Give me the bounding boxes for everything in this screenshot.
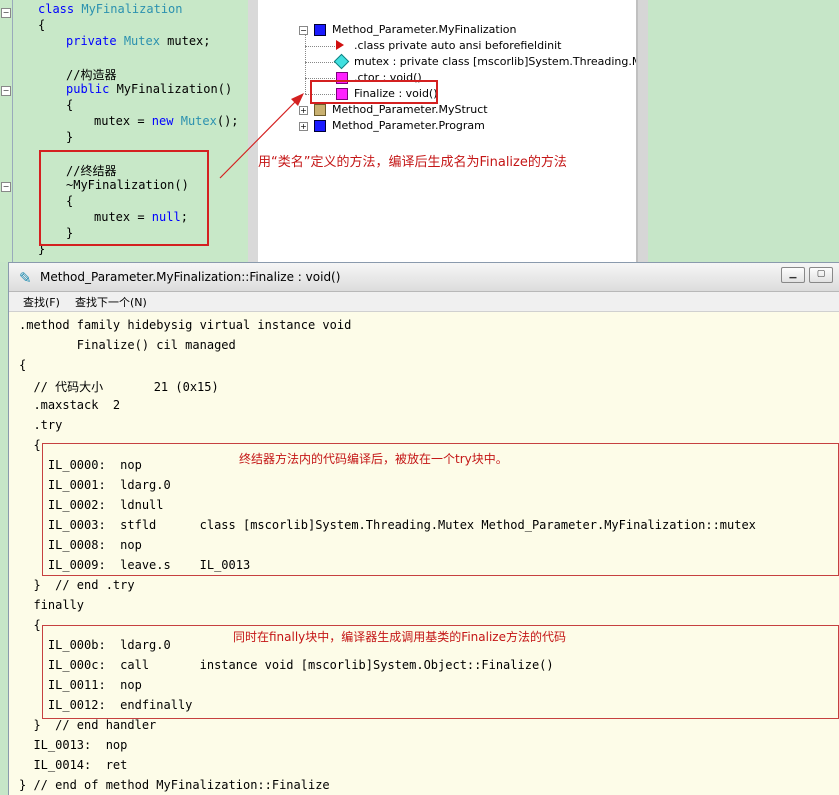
il-line: IL_0014: ret [19,758,128,772]
fold-toggle[interactable]: − [1,182,11,192]
il-line: { [19,438,41,452]
annotation-try-note: 终结器方法内的代码编译后，被放在一个try块中。 [239,452,508,466]
code-editor[interactable]: − − − class MyFinalization { private Mut… [0,0,248,262]
fold-toggle[interactable]: − [1,86,11,96]
code-line: mutex = new Mutex(); [94,114,239,128]
tree-connector [305,46,335,47]
finalize-highlight-box [310,80,438,104]
il-line: } // end handler [19,718,157,732]
il-code-view[interactable]: .method family hidebysig virtual instanc… [9,312,839,795]
fold-toggle[interactable]: − [1,8,11,18]
struct-icon [314,104,326,116]
il-line: // 代码大小 21 (0x15) [19,380,219,394]
minimize-button[interactable]: ▁ [781,267,805,283]
annotation-finally-note: 同时在finally块中，编译器生成调用基类的Finalize方法的代码 [233,630,566,644]
menu-find[interactable]: 查找(F) [23,294,60,310]
menu-find-next[interactable]: 查找下一个(N) [75,294,147,310]
window-title: Method_Parameter.MyFinalization::Finaliz… [40,270,341,284]
field-icon [333,53,350,70]
il-line: .try [19,418,63,432]
il-line: } // end .try [19,578,135,592]
destructor-highlight-box [39,150,209,246]
il-line: { [19,358,27,372]
code-line: } [66,130,74,144]
code-line: class MyFinalization [38,2,183,16]
maximize-button[interactable]: ▢ [809,267,833,283]
tree-connector [305,34,306,94]
tree-collapse-toggle[interactable]: − [299,26,308,35]
class-icon [314,120,326,132]
code-line: { [66,98,74,112]
code-line: private Mutex mutex; [66,34,211,48]
code-line: public MyFinalization() [66,82,233,96]
type-tree-view[interactable]: − Method_Parameter.MyFinalization .class… [258,0,638,262]
editor-gutter [0,0,13,262]
window-edge [638,0,648,262]
code-comment: //构造器 [66,68,117,82]
il-code-window[interactable]: ✎ Method_Parameter.MyFinalization::Final… [8,262,839,795]
annotation-finalize-note: 用“类名”定义的方法，编译后生成名为Finalize的方法 [258,155,567,170]
il-line: Finalize() cil managed [19,338,236,352]
il-line: IL_0013: nop [19,738,128,752]
tree-connector [305,78,335,79]
code-line: { [38,18,46,32]
tree-expand-toggle[interactable]: + [299,106,308,115]
il-line: .method family hidebysig virtual instanc… [19,318,352,332]
tree-expand-toggle[interactable]: + [299,122,308,131]
metadata-icon [336,40,344,50]
tree-connector [305,62,335,63]
il-line: finally [19,598,85,612]
menu-bar: 查找(F) 查找下一个(N) [9,292,839,312]
il-line: { [19,618,41,632]
window-titlebar[interactable]: ✎ Method_Parameter.MyFinalization::Final… [9,263,839,292]
il-line: .maxstack 2 [19,398,121,412]
pen-icon: ✎ [19,269,32,287]
il-line: } // end of method MyFinalization::Final… [19,778,330,792]
class-icon [314,24,326,36]
